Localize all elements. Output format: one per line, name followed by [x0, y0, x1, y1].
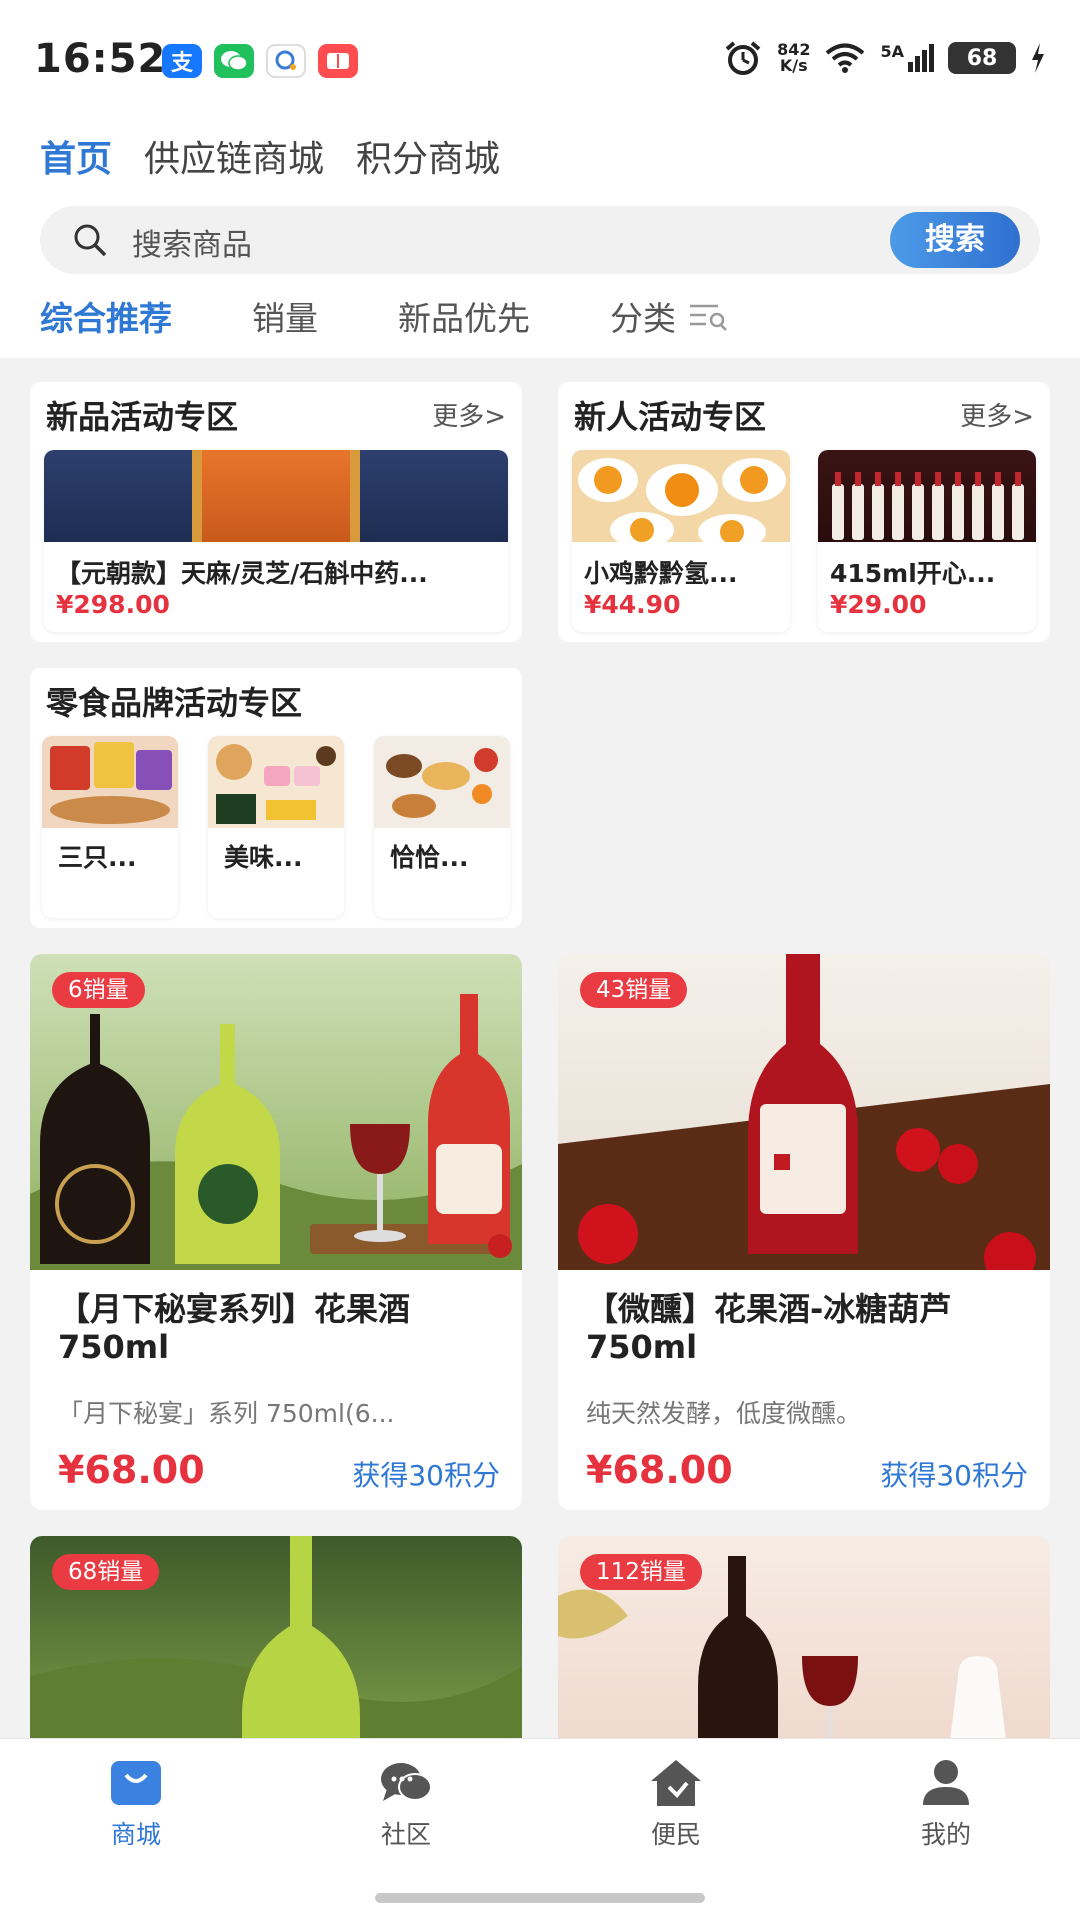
nav-item-me[interactable]: 我的 — [876, 1757, 1016, 1851]
product-name: 恰恰... — [390, 843, 469, 872]
product-title: 【微醺】花果酒-冰糖葫芦750ml — [586, 1290, 952, 1366]
nav-label: 社区 — [380, 1820, 431, 1849]
product-price: ¥68.00 — [58, 1448, 205, 1492]
book-icon — [318, 44, 358, 78]
chat-bubbles-icon — [381, 1763, 432, 1801]
product-card[interactable]: 68销量 — [30, 1536, 522, 1756]
product-description: 纯天然发酵，低度微醺。 — [586, 1399, 862, 1428]
sales-badge: 6销量 — [52, 972, 145, 1008]
new-product-zone[interactable]: 新品活动专区 更多> 【元朝款】天麻/灵芝/石斛中药... ¥298.00 — [30, 382, 522, 642]
filter-tab-recommended[interactable]: 综合推荐 — [40, 292, 172, 340]
product-price: ¥68.00 — [586, 1448, 733, 1492]
product-image — [44, 450, 508, 542]
points-reward: 获得30积分 — [352, 1459, 500, 1492]
alipay-icon: 支 — [162, 44, 202, 78]
search-icon — [74, 224, 107, 257]
product-image: 112销量 — [558, 1536, 1050, 1756]
product-card[interactable]: 112销量 — [558, 1536, 1050, 1756]
top-tabs: 首页 供应链商城 积分商城 — [40, 130, 500, 182]
battery-indicator: 68 — [948, 42, 1016, 74]
product-image — [208, 736, 344, 828]
newcomer-zone[interactable]: 新人活动专区 更多> 小鸡黔黔氢... ¥44.90 415ml开心... ¥2… — [558, 382, 1050, 642]
nav-item-mall[interactable]: 商城 — [66, 1757, 206, 1851]
product-price: ¥44.90 — [584, 590, 681, 619]
product-image: 68销量 — [30, 1536, 522, 1756]
points-reward: 获得30积分 — [880, 1459, 1028, 1492]
wifi-icon — [826, 43, 865, 73]
chat-bubble-icon — [266, 44, 306, 78]
snack-brand-zone[interactable]: 零食品牌活动专区 三只... 美味... 恰恰... — [30, 668, 522, 928]
status-time: 16:52 — [34, 36, 167, 82]
product-title: 【月下秘宴系列】花果酒750ml — [58, 1290, 411, 1366]
tab-points-mall[interactable]: 积分商城 — [356, 130, 500, 182]
filter-tab-category[interactable]: 分类 — [610, 292, 676, 340]
nav-label: 商城 — [110, 1820, 161, 1849]
product-name: 415ml开心... — [830, 559, 996, 588]
product-thumb-card[interactable]: 【元朝款】天麻/灵芝/石斛中药... ¥298.00 — [44, 450, 508, 632]
product-thumb-card[interactable]: 美味... — [208, 736, 344, 918]
product-image: 6销量 — [30, 954, 522, 1270]
filter-tabs: 综合推荐 销量 新品优先 分类 — [40, 292, 728, 340]
cell-signal-icon: 5A — [880, 44, 934, 72]
product-image: 43销量 — [558, 954, 1050, 1270]
product-card[interactable]: 43销量 【微醺】花果酒-冰糖葫芦750ml 纯天然发酵，低度微醺。 ¥68.0… — [558, 954, 1050, 1510]
nav-label: 便民 — [650, 1820, 701, 1849]
product-thumb-card[interactable]: 小鸡黔黔氢... ¥44.90 — [572, 450, 790, 632]
status-bar: 16:52 支 842 K/s 5A 68 — [0, 0, 1080, 110]
product-name: 小鸡黔黔氢... — [584, 559, 738, 588]
nav-label: 我的 — [920, 1820, 971, 1849]
search-bar[interactable]: 搜索商品 搜索 — [40, 206, 1040, 274]
product-thumb-card[interactable]: 三只... — [42, 736, 178, 918]
home-indicator[interactable] — [375, 1893, 705, 1903]
product-price: ¥29.00 — [830, 590, 927, 619]
product-thumb-card[interactable]: 恰恰... — [374, 736, 510, 918]
tab-home[interactable]: 首页 — [40, 130, 112, 182]
product-image — [42, 736, 178, 828]
product-image — [374, 736, 510, 828]
product-image — [818, 450, 1036, 542]
search-input[interactable]: 搜索商品 — [132, 220, 252, 264]
sales-badge: 68销量 — [52, 1554, 160, 1590]
sales-badge: 112销量 — [580, 1554, 702, 1590]
more-link[interactable]: 更多> — [432, 396, 506, 433]
filter-tab-sales[interactable]: 销量 — [252, 292, 318, 340]
nav-item-services[interactable]: 便民 — [606, 1757, 746, 1851]
search-button[interactable]: 搜索 — [890, 212, 1020, 268]
tab-supply-chain-mall[interactable]: 供应链商城 — [144, 130, 324, 182]
zone-title: 新品活动专区 — [46, 398, 239, 436]
home-service-icon — [651, 1760, 701, 1806]
product-image — [572, 450, 790, 550]
nav-item-community[interactable]: 社区 — [336, 1757, 476, 1851]
shopping-bag-icon — [111, 1761, 161, 1805]
product-thumb-card[interactable]: 415ml开心... ¥29.00 — [818, 450, 1036, 632]
charging-icon — [1032, 43, 1044, 73]
product-name: 三只... — [58, 843, 137, 872]
user-icon — [923, 1760, 969, 1805]
net-speed: 842 K/s — [777, 40, 811, 75]
sales-badge: 43销量 — [580, 972, 688, 1008]
alarm-icon — [725, 41, 761, 75]
more-link[interactable]: 更多> — [960, 396, 1034, 433]
zone-title: 新人活动专区 — [574, 398, 767, 436]
product-card[interactable]: 6销量 【月下秘宴系列】花果酒750ml 「月下秘宴」系列 750ml(6...… — [30, 954, 522, 1510]
header: 首页 供应链商城 积分商城 搜索商品 搜索 综合推荐 销量 新品优先 分类 — [0, 110, 1080, 358]
category-filter-icon[interactable] — [688, 301, 728, 331]
product-description: 「月下秘宴」系列 750ml(6... — [58, 1399, 395, 1428]
product-name: 【元朝款】天麻/灵芝/石斛中药... — [56, 559, 428, 588]
product-price: ¥298.00 — [56, 590, 170, 619]
wechat-icon — [214, 44, 254, 78]
product-name: 美味... — [224, 843, 303, 872]
filter-tab-newest[interactable]: 新品优先 — [398, 292, 530, 340]
zone-title: 零食品牌活动专区 — [46, 684, 303, 722]
